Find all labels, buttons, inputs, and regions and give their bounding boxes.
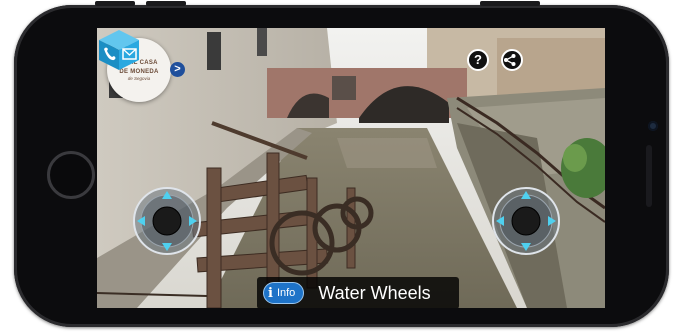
power-button[interactable] <box>480 1 540 6</box>
share-button[interactable] <box>501 49 523 71</box>
phone-envelope-cube-icon[interactable] <box>97 28 141 72</box>
home-button[interactable] <box>47 151 95 199</box>
caption-bar: i Info Water Wheels <box>257 277 459 308</box>
front-camera <box>648 121 658 131</box>
info-icon: i <box>268 285 273 301</box>
help-button[interactable]: ? <box>467 49 489 71</box>
info-label: Info <box>276 287 296 299</box>
speaker-grille <box>646 145 652 207</box>
right-joystick[interactable] <box>491 186 561 256</box>
app-screen: REAL CASA DE MONEDA de Segovia > ? i Inf… <box>97 28 605 308</box>
volume-down-button[interactable] <box>146 1 186 6</box>
chevron-right-icon[interactable]: > <box>170 62 185 77</box>
left-joystick[interactable] <box>132 186 202 256</box>
share-icon <box>504 54 516 66</box>
scene-title: Water Wheels <box>318 282 431 303</box>
logo-text-line3: de Segovia <box>127 76 151 81</box>
volume-up-button[interactable] <box>95 1 135 6</box>
info-button[interactable]: i Info <box>263 282 305 304</box>
